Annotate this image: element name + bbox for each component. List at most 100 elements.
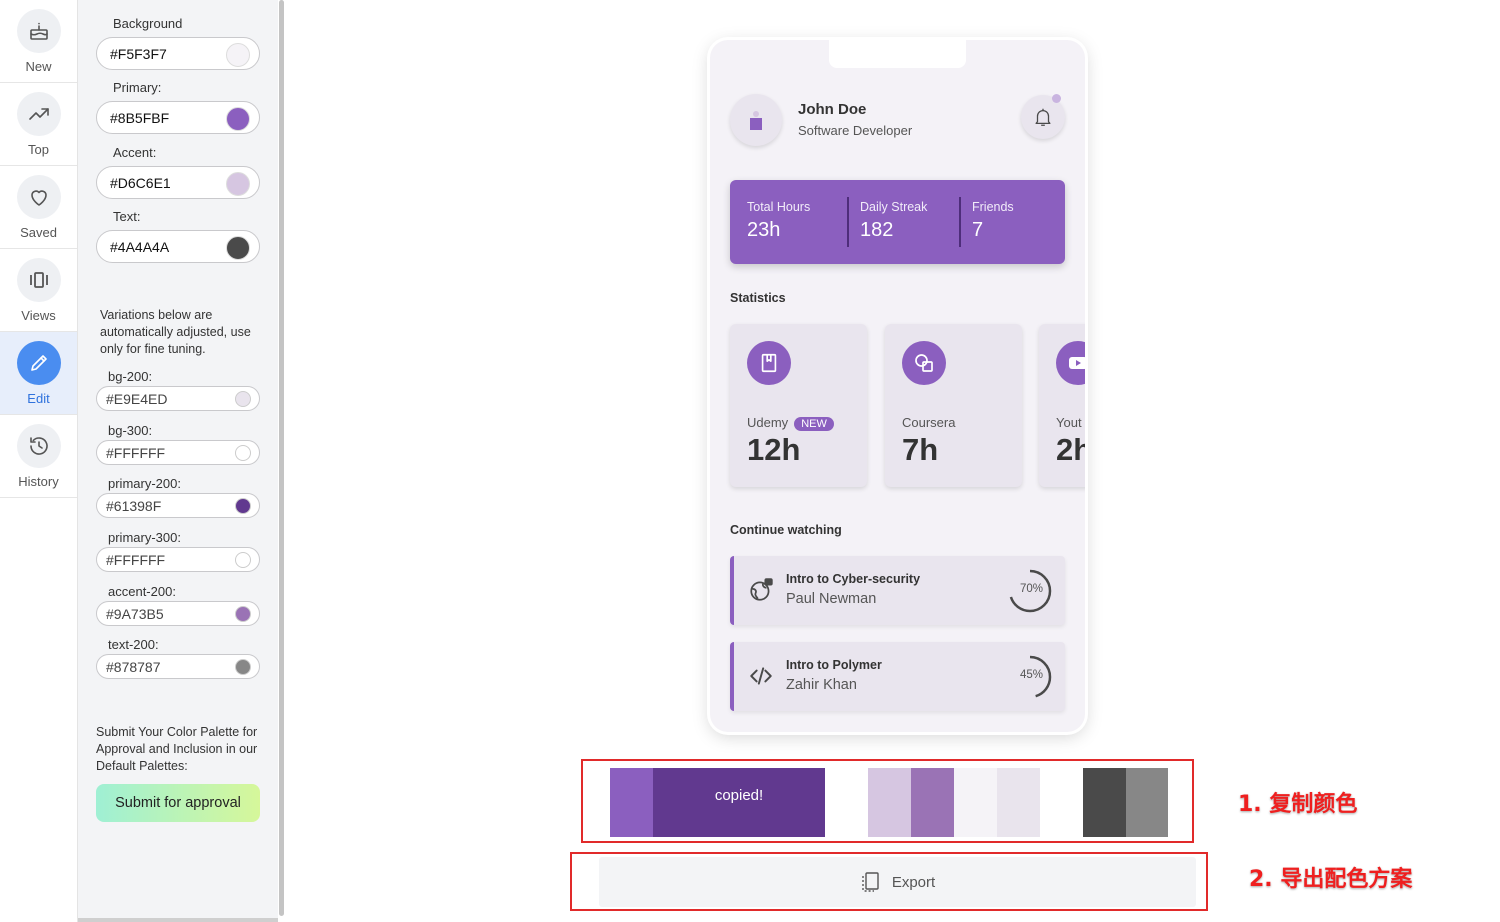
text-swatch[interactable] bbox=[226, 236, 250, 260]
platform-card-udemy[interactable]: Udemy NEW 12h bbox=[730, 324, 867, 487]
statistics-title: Statistics bbox=[730, 291, 786, 305]
variations-note: Variations below are automatically adjus… bbox=[100, 308, 251, 356]
platform-hours: 12h bbox=[747, 432, 801, 467]
variation-swatch[interactable] bbox=[235, 552, 251, 568]
variation-swatch[interactable] bbox=[235, 659, 251, 675]
heart-icon bbox=[16, 174, 61, 219]
nav-label-views: Views bbox=[21, 307, 56, 323]
stat-value: 7 bbox=[972, 219, 984, 241]
text-value: #4A4A4A bbox=[110, 239, 170, 255]
nav-label-history: History bbox=[18, 473, 59, 489]
nav-item-saved[interactable]: Saved bbox=[0, 166, 77, 249]
stat-key: Total Hours bbox=[747, 200, 811, 214]
app: New Top Saved Views Edit History Backgro… bbox=[0, 0, 1500, 922]
variation-label: bg-200: bbox=[108, 369, 153, 384]
variation-field-primary-300[interactable]: #FFFFFF bbox=[96, 547, 260, 572]
stat-divider bbox=[959, 197, 961, 247]
variation-field-bg-200[interactable]: #E9E4ED bbox=[96, 386, 260, 411]
platform-name-text: Udemy bbox=[747, 415, 789, 430]
palette-swatch[interactable] bbox=[1083, 768, 1126, 837]
platform-hours: 2h bbox=[1056, 432, 1085, 467]
shapes-icon bbox=[902, 341, 946, 385]
palette-swatch[interactable] bbox=[954, 768, 997, 837]
notification-dot bbox=[1052, 94, 1061, 103]
platform-hours: 7h bbox=[902, 432, 939, 467]
variation-value: #9A73B5 bbox=[106, 606, 164, 622]
panel-horizontal-scrollbar[interactable] bbox=[78, 918, 278, 922]
palette-swatch[interactable] bbox=[868, 768, 911, 837]
palette-strip: copied! bbox=[610, 768, 1168, 837]
variation-field-text-200[interactable]: #878787 bbox=[96, 654, 260, 679]
primary-value: #8B5FBF bbox=[110, 110, 170, 126]
history-icon bbox=[16, 423, 61, 468]
scrollbar-thumb[interactable] bbox=[279, 0, 284, 916]
submit-for-approval-button[interactable]: Submit for approval bbox=[96, 784, 260, 822]
trending-up-icon bbox=[16, 91, 61, 136]
text-color-field[interactable]: #4A4A4A bbox=[96, 230, 260, 263]
nav-rail: New Top Saved Views Edit History bbox=[0, 0, 78, 922]
variation-swatch[interactable] bbox=[235, 498, 251, 514]
pencil-icon bbox=[16, 340, 61, 385]
stat-friends: Friends 7 bbox=[972, 200, 1014, 242]
variation-value: #878787 bbox=[106, 659, 161, 675]
text-label: Text: bbox=[113, 209, 141, 224]
variation-label: text-200: bbox=[108, 637, 159, 652]
palette-swatch[interactable] bbox=[1126, 768, 1168, 837]
submit-note: Submit Your Color Palette for Approval a… bbox=[96, 725, 258, 773]
nav-item-views[interactable]: Views bbox=[0, 249, 77, 332]
variation-field-bg-300[interactable]: #FFFFFF bbox=[96, 440, 260, 465]
accent-value: #D6C6E1 bbox=[110, 175, 171, 191]
book-icon bbox=[747, 341, 791, 385]
platform-name: Yout bbox=[1056, 415, 1082, 430]
export-button[interactable]: Export bbox=[599, 857, 1196, 907]
palette-swatch[interactable] bbox=[1040, 768, 1083, 837]
new-badge: NEW bbox=[794, 417, 834, 431]
platform-name: Coursera bbox=[902, 415, 956, 430]
background-value: #F5F3F7 bbox=[110, 46, 167, 62]
course-row-polymer[interactable]: Intro to Polymer Zahir Khan 45% bbox=[730, 642, 1065, 711]
course-progress: 45% bbox=[1019, 669, 1043, 681]
carousel-icon bbox=[16, 257, 61, 302]
accent-color-field[interactable]: #D6C6E1 bbox=[96, 166, 260, 199]
user-name: John Doe bbox=[798, 101, 867, 118]
palette-swatch-copied[interactable]: copied! bbox=[653, 768, 825, 837]
phone-notch bbox=[829, 40, 966, 68]
stat-value: 23h bbox=[747, 219, 781, 241]
variation-field-accent-200[interactable]: #9A73B5 bbox=[96, 601, 260, 626]
platform-card-coursera[interactable]: Coursera 7h bbox=[885, 324, 1022, 487]
platform-card-youtube[interactable]: Yout 2h bbox=[1039, 324, 1085, 487]
palette-swatch[interactable] bbox=[610, 768, 653, 837]
variation-value: #FFFFFF bbox=[106, 552, 166, 568]
color-editor-panel: Background #F5F3F7 Primary: #8B5FBF Acce… bbox=[78, 0, 278, 918]
nav-item-new[interactable]: New bbox=[0, 0, 77, 83]
nav-item-history[interactable]: History bbox=[0, 415, 77, 498]
stat-divider bbox=[847, 197, 849, 247]
nav-item-edit[interactable]: Edit bbox=[0, 332, 77, 415]
nav-item-top[interactable]: Top bbox=[0, 83, 77, 166]
variation-value: #FFFFFF bbox=[106, 445, 166, 461]
variation-swatch[interactable] bbox=[235, 606, 251, 622]
variation-field-primary-200[interactable]: #61398F bbox=[96, 493, 260, 518]
palette-swatch[interactable] bbox=[825, 768, 868, 837]
variation-swatch[interactable] bbox=[235, 391, 251, 407]
accent-label: Accent: bbox=[113, 145, 157, 160]
course-row-cyber-security[interactable]: Intro to Cyber-security Paul Newman 70% bbox=[730, 556, 1065, 625]
background-swatch[interactable] bbox=[226, 43, 250, 67]
globe-lock-icon bbox=[750, 578, 773, 601]
code-icon bbox=[750, 667, 772, 685]
panel-scrollbar[interactable] bbox=[278, 0, 286, 922]
palette-swatch[interactable] bbox=[911, 768, 954, 837]
background-color-field[interactable]: #F5F3F7 bbox=[96, 37, 260, 70]
primary-swatch[interactable] bbox=[226, 107, 250, 131]
variation-swatch[interactable] bbox=[235, 445, 251, 461]
continue-watching-title: Continue watching bbox=[730, 523, 842, 537]
palette-swatch[interactable] bbox=[997, 768, 1040, 837]
stat-key: Friends bbox=[972, 200, 1014, 214]
stat-total-hours: Total Hours 23h bbox=[747, 200, 810, 242]
nav-label-new: New bbox=[25, 58, 52, 74]
avatar[interactable] bbox=[730, 94, 782, 146]
annotation-step-1: 1. 复制颜色 bbox=[1237, 791, 1358, 818]
accent-swatch[interactable] bbox=[226, 172, 250, 196]
primary-color-field[interactable]: #8B5FBF bbox=[96, 101, 260, 134]
variation-value: #E9E4ED bbox=[106, 391, 168, 407]
